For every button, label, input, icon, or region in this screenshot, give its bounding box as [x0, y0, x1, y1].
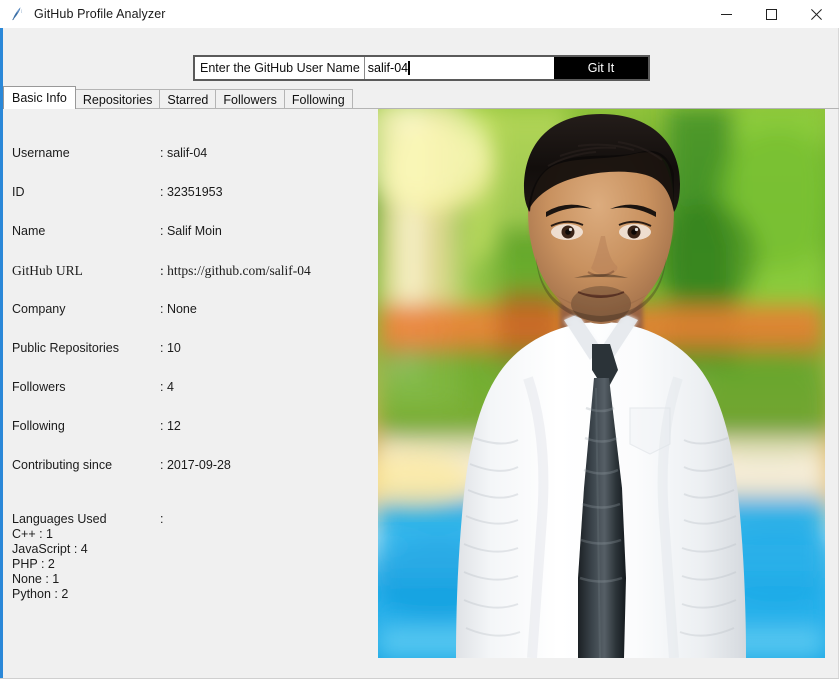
title-bar: GitHub Profile Analyzer — [0, 0, 839, 28]
info-value: : 4 — [160, 380, 174, 394]
search-label: Enter the GitHub User Name — [200, 61, 360, 75]
profile-photo-image — [378, 108, 825, 658]
search-bar: Enter the GitHub User Name salif-04 Git … — [193, 55, 650, 81]
languages-list: C++ : 1 JavaScript : 4 PHP : 2 None : 1 … — [12, 527, 372, 602]
info-row-id: ID : 32351953 — [12, 185, 372, 224]
info-row-username: Username : salif-04 — [12, 146, 372, 185]
info-value: : 12 — [160, 419, 181, 433]
info-value: : Salif Moin — [160, 224, 222, 238]
languages-separator: : — [160, 512, 164, 526]
close-icon[interactable] — [794, 0, 839, 28]
info-row-name: Name : Salif Moin — [12, 224, 372, 263]
info-key: Following — [12, 419, 65, 433]
tab-followers[interactable]: Followers — [215, 89, 285, 109]
search-input[interactable]: salif-04 — [363, 57, 554, 79]
tab-repositories[interactable]: Repositories — [74, 89, 161, 109]
python-feather-icon — [9, 6, 25, 22]
tab-following[interactable]: Following — [283, 89, 353, 109]
text-cursor — [408, 61, 410, 75]
language-item: JavaScript : 4 — [12, 542, 88, 556]
info-row-public-repositories: Public Repositories : 10 — [12, 341, 372, 380]
info-value: : 32351953 — [160, 185, 223, 199]
maximize-icon[interactable] — [749, 0, 794, 28]
tab-underline — [3, 108, 839, 109]
profile-info-list: Username : salif-04 ID : 32351953 Name :… — [12, 146, 372, 497]
info-row-contributing-since: Contributing since : 2017-09-28 — [12, 458, 372, 497]
languages-header: Languages Used : — [12, 512, 372, 527]
window-title: GitHub Profile Analyzer — [34, 7, 166, 21]
info-row-company: Company : None — [12, 302, 372, 341]
language-item: Python : 2 — [12, 587, 69, 601]
minimize-icon[interactable] — [704, 0, 749, 28]
info-key: Followers — [12, 380, 66, 394]
tabs-strip: Basic Info Repositories Starred Follower… — [3, 86, 353, 109]
info-key: Username — [12, 146, 70, 160]
search-input-value: salif-04 — [367, 61, 409, 75]
info-value: : None — [160, 302, 197, 316]
info-key: ID — [12, 185, 25, 199]
info-key: Contributing since — [12, 458, 113, 472]
info-key: GitHub URL — [12, 263, 83, 278]
tab-page-basic-info: Username : salif-04 ID : 32351953 Name :… — [3, 108, 838, 678]
info-key: Public Repositories — [12, 341, 119, 355]
tab-starred[interactable]: Starred — [159, 89, 217, 109]
tab-bar: Basic Info Repositories Starred Follower… — [3, 85, 839, 109]
language-item: PHP : 2 — [12, 557, 55, 571]
info-row-following: Following : 12 — [12, 419, 372, 458]
window-controls — [704, 0, 839, 28]
language-item: C++ : 1 — [12, 527, 53, 541]
languages-used-block: Languages Used : C++ : 1 JavaScript : 4 … — [12, 512, 372, 602]
client-area: Enter the GitHub User Name salif-04 Git … — [0, 28, 839, 679]
tab-basic-info[interactable]: Basic Info — [3, 86, 76, 109]
info-value: : https://github.com/salif-04 — [160, 263, 311, 278]
search-input-group[interactable]: Enter the GitHub User Name salif-04 — [195, 57, 554, 79]
info-row-github-url: GitHub URL : https://github.com/salif-04 — [12, 263, 372, 302]
info-value: : 2017-09-28 — [160, 458, 231, 472]
info-row-followers: Followers : 4 — [12, 380, 372, 419]
languages-label: Languages Used — [12, 512, 107, 526]
profile-photo — [378, 108, 825, 658]
app-window: GitHub Profile Analyzer Enter the GitHub… — [0, 0, 839, 679]
language-item: None : 1 — [12, 572, 60, 586]
git-it-button[interactable]: Git It — [554, 57, 648, 79]
info-value: : salif-04 — [160, 146, 208, 160]
info-key: Company — [12, 302, 66, 316]
info-value: : 10 — [160, 341, 181, 355]
info-key: Name — [12, 224, 46, 238]
